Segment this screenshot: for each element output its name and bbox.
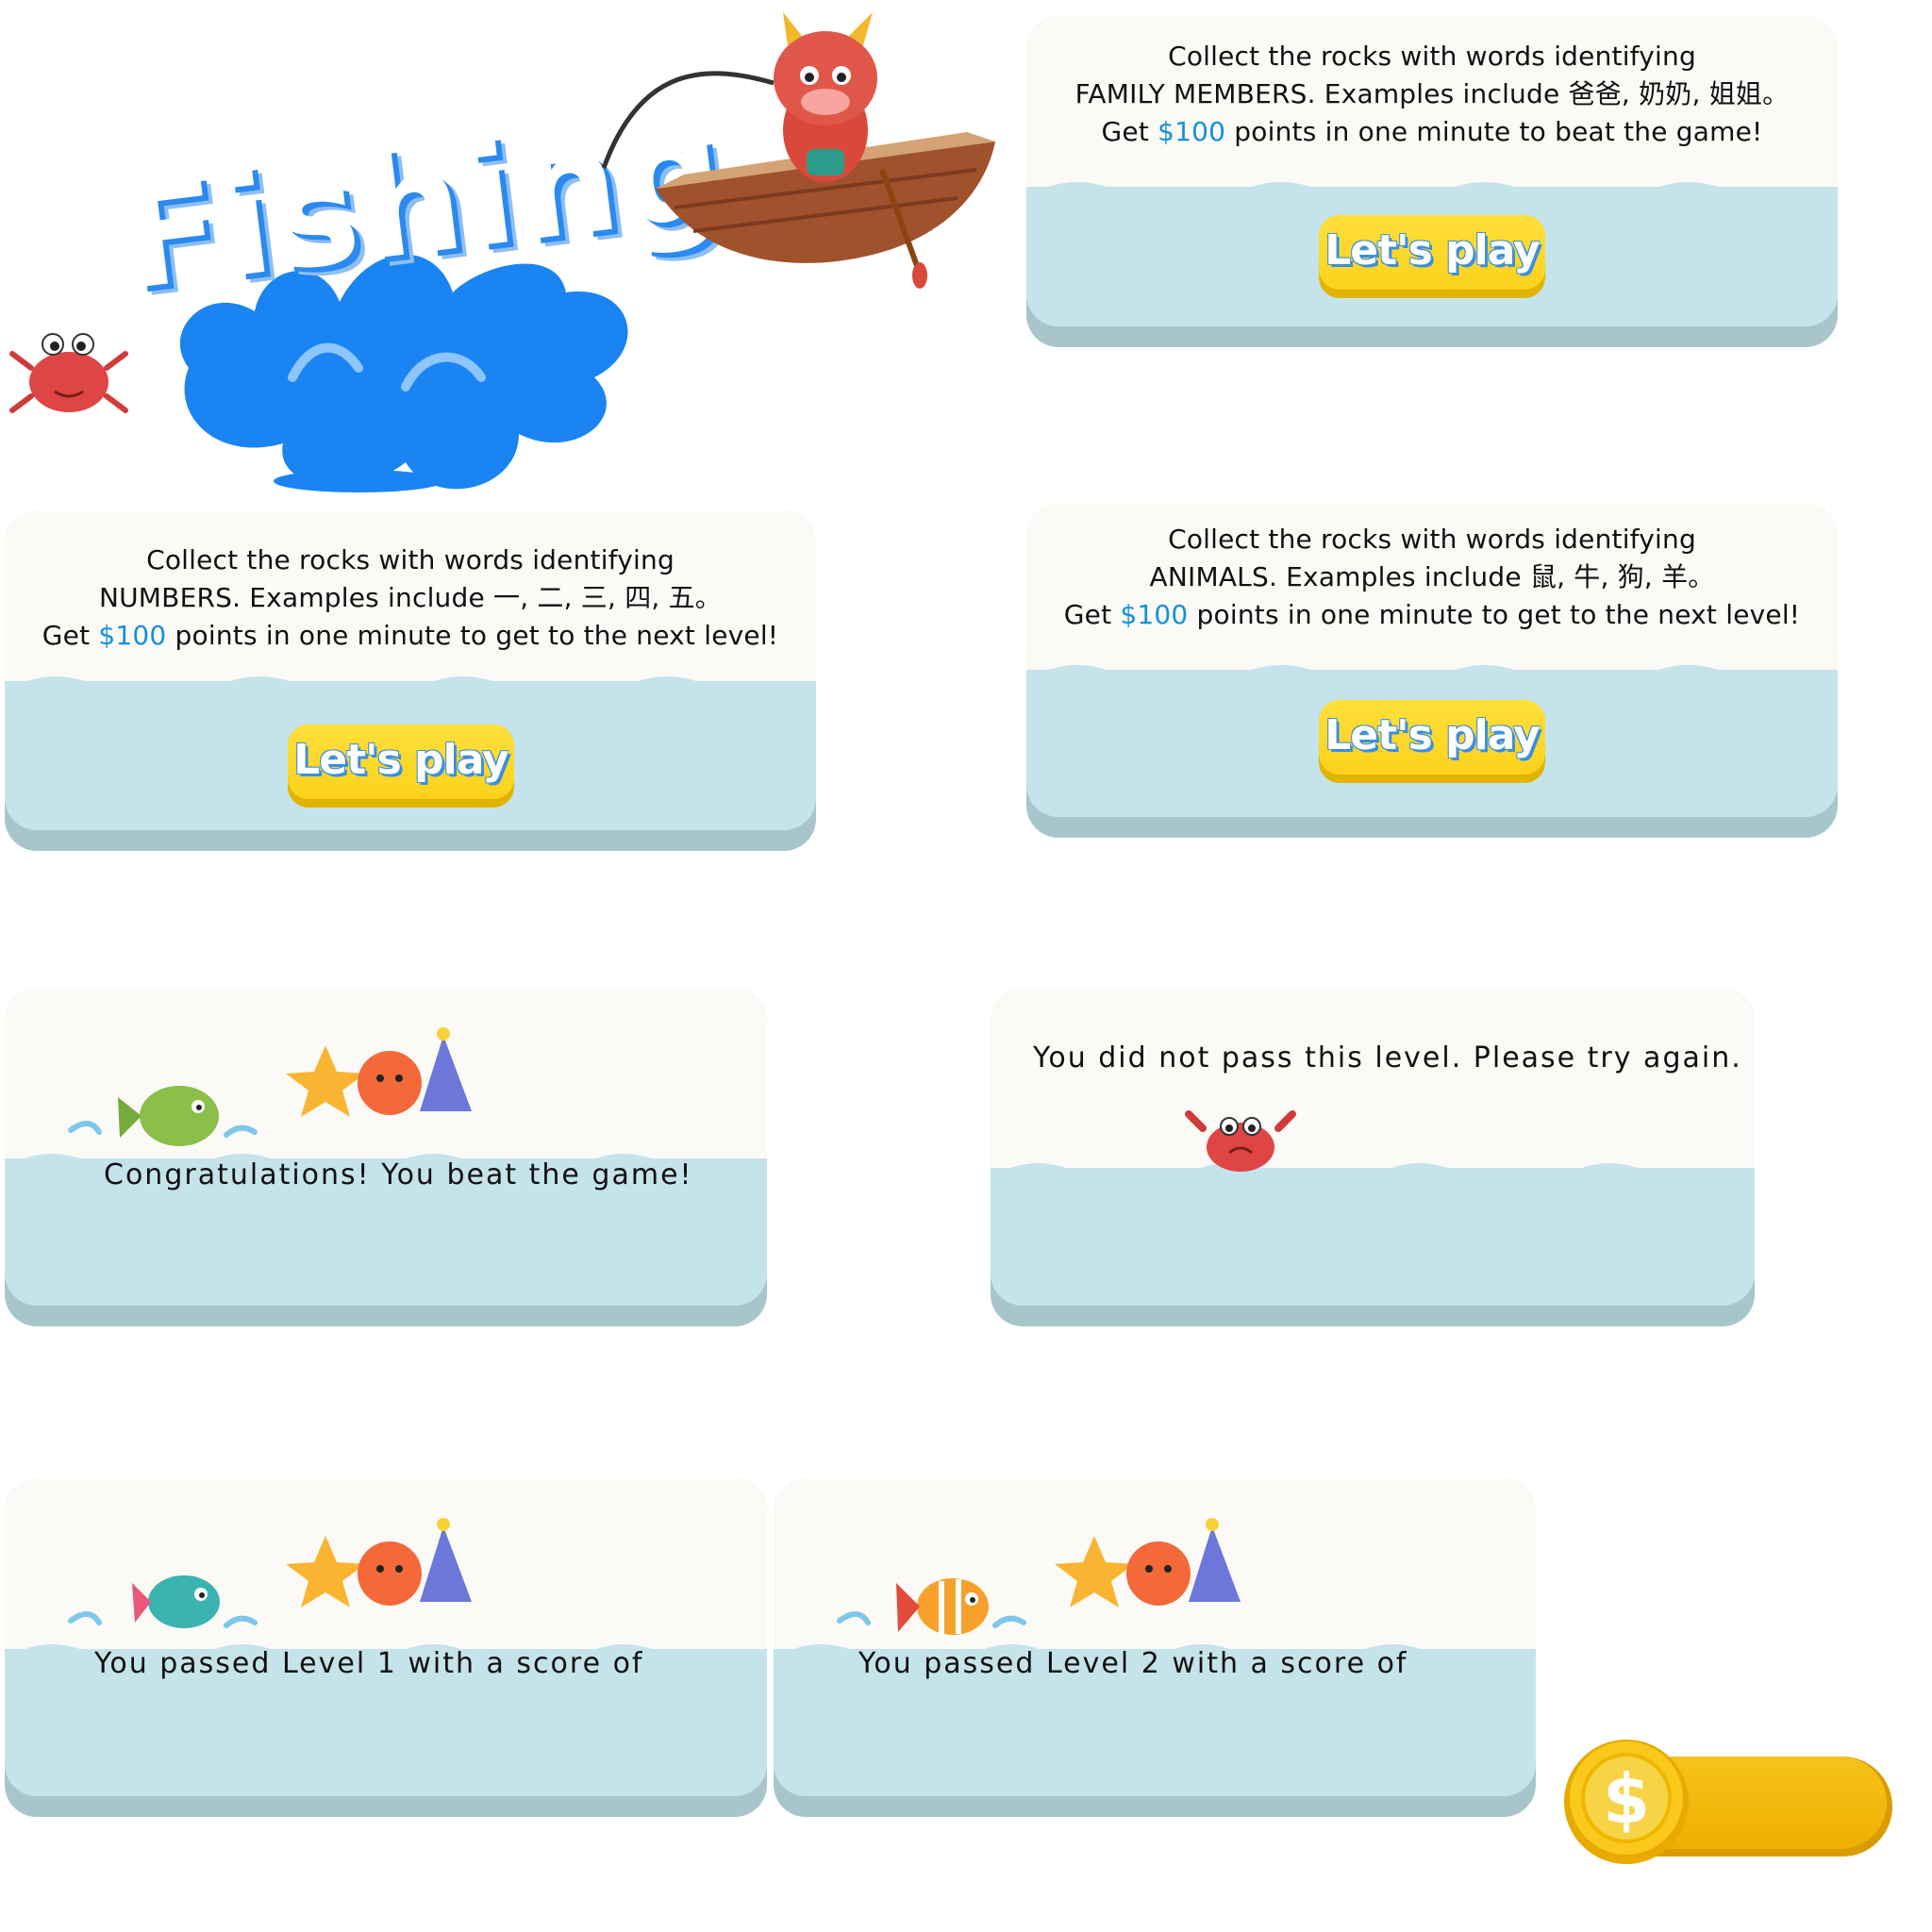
level1-message: You passed Level 1 with a score of xyxy=(94,1647,644,1680)
party-emoji-icon xyxy=(1055,1518,1241,1607)
animals-level-card: Collect the rocks with words identifying… xyxy=(1026,504,1838,838)
party-emoji-icon xyxy=(286,1027,472,1117)
numbers-level-card: Collect the rocks with words identifying… xyxy=(5,511,816,851)
card-line-3: Get $100 points in one minute to beat th… xyxy=(1101,116,1763,147)
lets-play-button[interactable]: Let's play xyxy=(288,724,514,808)
level1-result-card: You passed Level 1 with a score of xyxy=(5,1479,767,1817)
card-line-1: Collect the rocks with words identifying xyxy=(1168,524,1696,555)
level2-message: You passed Level 2 with a score of xyxy=(858,1647,1408,1680)
card-line-2: ANIMALS. Examples include 鼠, 牛, 狗, 羊。 xyxy=(1149,561,1715,592)
coin-icon: $ xyxy=(1564,1740,1689,1864)
coin-symbol: $ xyxy=(1603,1759,1650,1839)
card-line-3: Get $100 points in one minute to get to … xyxy=(42,620,779,651)
points-goal: $100 xyxy=(1158,116,1226,147)
card-line-2: FAMILY MEMBERS. Examples include 爸爸, 奶奶,… xyxy=(1074,78,1790,109)
lets-play-button[interactable]: Let's play xyxy=(1319,700,1545,783)
win-card: Congratulations! You beat the game! xyxy=(5,989,767,1326)
win-message: Congratulations! You beat the game! xyxy=(104,1158,693,1191)
points-goal: $100 xyxy=(1120,599,1189,630)
card-line-1: Collect the rocks with words identifying xyxy=(146,544,675,575)
party-emoji-icon xyxy=(286,1518,472,1607)
points-goal: $100 xyxy=(98,620,167,651)
level2-result-card: You passed Level 2 with a score of xyxy=(774,1479,1536,1817)
crab-icon xyxy=(9,333,128,413)
lets-play-button[interactable]: Let's play xyxy=(1319,215,1545,298)
dragon-fisher-icon xyxy=(601,12,877,182)
card-line-3: Get $100 points in one minute to get to … xyxy=(1063,599,1801,630)
fail-message: You did not pass this level. Please try … xyxy=(1033,1041,1742,1074)
family-level-card: Collect the rocks with words identifying… xyxy=(1026,17,1838,347)
fish-icon xyxy=(68,1086,258,1146)
card-line-1: Collect the rocks with words identifying xyxy=(1168,41,1696,72)
sad-crab-icon xyxy=(1185,1110,1296,1172)
card-line-2: NUMBERS. Examples include 一, 二, 三, 四, 五。 xyxy=(98,582,723,613)
fish-icon xyxy=(68,1575,258,1628)
fish-icon xyxy=(837,1578,1026,1635)
fail-card: You did not pass this level. Please try … xyxy=(991,989,1755,1326)
